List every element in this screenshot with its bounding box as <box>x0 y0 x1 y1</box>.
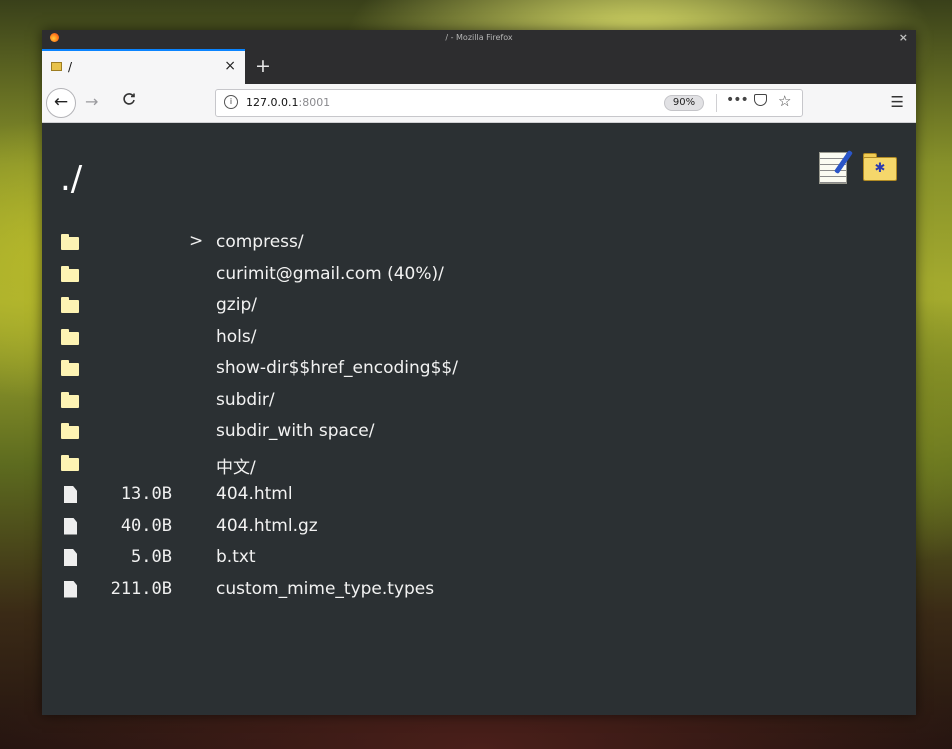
list-item[interactable]: 中文/ <box>42 450 916 480</box>
folder-icon <box>61 297 79 313</box>
entry-name-link[interactable]: 中文/ <box>216 453 256 478</box>
file-icon <box>64 517 77 535</box>
url-bar-divider <box>716 94 717 112</box>
url-bar[interactable]: i 127.0.0.1:8001 90% ••• ☆ <box>215 89 803 117</box>
entry-name-link[interactable]: hols/ <box>216 327 256 347</box>
entry-name-link[interactable]: 404.html <box>216 484 293 504</box>
new-tab-button[interactable]: + <box>253 49 273 83</box>
file-icon <box>64 580 77 598</box>
file-size: 13.0B <box>120 484 172 504</box>
bookmark-star-icon[interactable]: ☆ <box>778 92 791 110</box>
list-item[interactable]: 211.0B custom_mime_type.types <box>42 576 916 606</box>
folder-icon <box>61 265 79 282</box>
list-item[interactable]: 5.0B b.txt <box>42 544 916 574</box>
window-close-icon[interactable]: × <box>899 30 908 45</box>
entry-name-link[interactable]: custom_mime_type.types <box>216 579 434 599</box>
title-bar: / - Mozilla Firefox × <box>42 30 916 45</box>
entry-name-link[interactable]: compress/ <box>216 232 304 252</box>
file-size: 211.0B <box>110 578 172 599</box>
zoom-level-badge[interactable]: 90% <box>664 95 704 111</box>
entry-name-link[interactable]: curimit@gmail.com (40%)/ <box>216 264 444 284</box>
reload-icon <box>123 93 135 105</box>
list-item[interactable]: hols/ <box>42 324 916 354</box>
list-item[interactable]: subdir_with space/ <box>42 418 916 448</box>
list-item[interactable]: curimit@gmail.com (40%)/ <box>42 261 916 291</box>
file-size: 5.0B <box>131 547 172 567</box>
folder-favicon-icon <box>51 62 62 71</box>
back-button[interactable]: ← <box>46 88 76 118</box>
pocket-icon[interactable] <box>754 94 767 106</box>
browser-window: / - Mozilla Firefox × / × + ← → i 127.0.… <box>42 30 916 715</box>
folder-icon <box>61 328 79 345</box>
entry-name-link[interactable]: 404.html.gz <box>216 516 318 536</box>
page-actions-icon[interactable]: ••• <box>726 92 749 108</box>
list-item[interactable]: 40.0B 404.html.gz <box>42 513 916 543</box>
list-item[interactable]: gzip/ <box>42 292 916 322</box>
tab-strip: / × + <box>42 45 916 84</box>
tab-close-icon[interactable]: × <box>224 58 236 74</box>
entry-name-link[interactable]: b.txt <box>216 547 256 567</box>
folder-icon <box>61 423 79 439</box>
reload-button[interactable] <box>121 91 137 111</box>
tab-title: / <box>68 60 73 74</box>
hamburger-menu-icon[interactable]: ☰ <box>891 93 904 111</box>
tab-active[interactable]: / × <box>42 49 245 84</box>
new-folder-icon[interactable]: ✱ <box>863 157 897 181</box>
list-item[interactable]: 13.0B 404.html <box>42 481 916 511</box>
folder-icon <box>61 454 79 471</box>
url-host: 127.0.0.1 <box>246 96 299 109</box>
firefox-logo-icon <box>50 33 59 42</box>
folder-icon <box>61 360 79 376</box>
entry-name-link[interactable]: subdir/ <box>216 390 275 410</box>
list-item[interactable]: subdir/ <box>42 387 916 417</box>
file-size: 40.0B <box>120 515 172 536</box>
entry-name-link[interactable]: subdir_with space/ <box>216 421 375 441</box>
forward-button[interactable]: → <box>85 92 98 111</box>
window-title: / - Mozilla Firefox <box>445 33 513 42</box>
selection-marker: > <box>189 231 204 251</box>
folder-icon <box>61 391 79 408</box>
navigation-toolbar: ← → i 127.0.0.1:8001 90% ••• ☆ ☰ <box>42 84 916 123</box>
page-title: ./ <box>60 159 83 199</box>
list-item[interactable]: > compress/ <box>42 229 916 259</box>
site-info-icon[interactable]: i <box>224 95 238 109</box>
entry-name-link[interactable]: gzip/ <box>216 295 257 315</box>
file-icon <box>64 549 77 566</box>
list-item[interactable]: show-dir$$href_encoding$$/ <box>42 355 916 385</box>
page-content: ./ ✱ > compress/curimit@gmail.com (40%)/ g… <box>42 123 916 715</box>
folder-icon <box>61 234 79 250</box>
file-icon <box>64 486 77 503</box>
entry-name-link[interactable]: show-dir$$href_encoding$$/ <box>216 358 458 378</box>
url-text[interactable]: 127.0.0.1:8001 <box>246 96 330 109</box>
url-port: :8001 <box>298 96 331 109</box>
